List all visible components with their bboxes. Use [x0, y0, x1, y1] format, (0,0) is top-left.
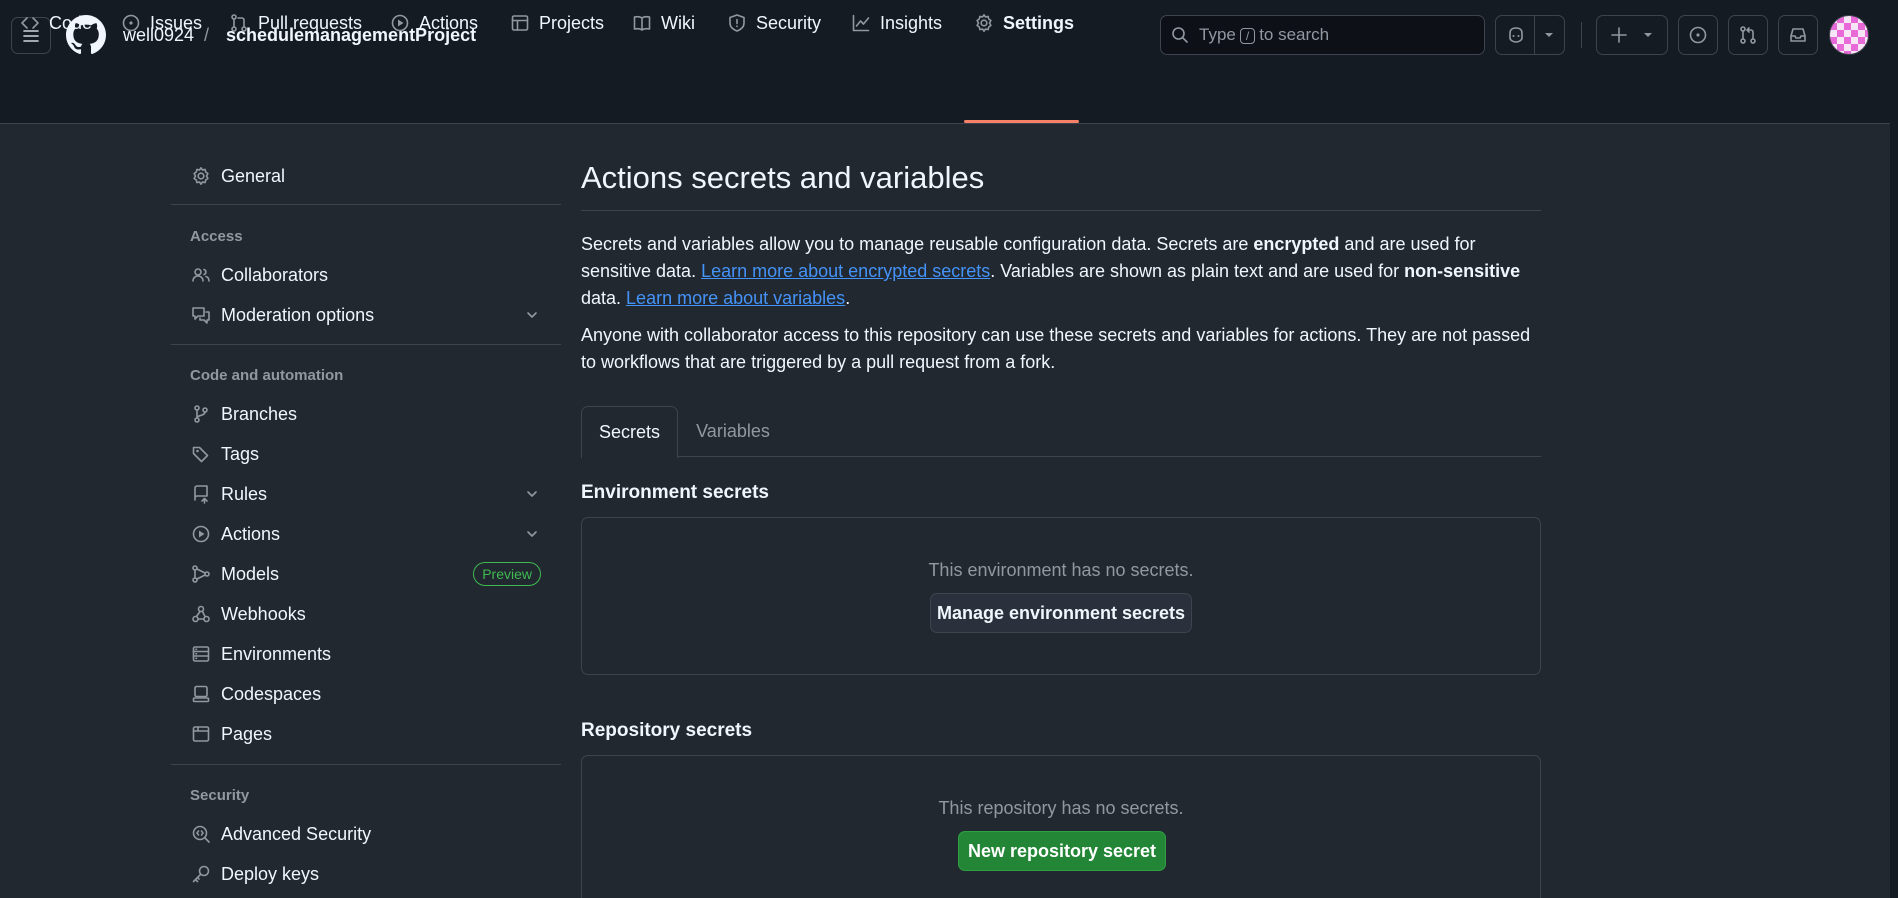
sidebar-item-pages[interactable]: Pages	[171, 716, 561, 752]
access-note: Anyone with collaborator access to this …	[581, 325, 1531, 372]
sidebar-item-codespaces[interactable]: Codespaces	[171, 676, 561, 712]
repository-secrets-box: This repository has no secrets. New repo…	[581, 755, 1541, 898]
sidebar-item-general[interactable]: General	[171, 158, 561, 194]
shield-icon	[729, 14, 745, 32]
tab-settings[interactable]: Settings	[974, 0, 1074, 46]
inbox-button[interactable]	[1778, 15, 1818, 55]
search-input[interactable]: Type / to search	[1160, 15, 1485, 55]
search-shortcut-key: /	[1239, 28, 1256, 44]
git-pull-request-icon	[231, 14, 247, 32]
sidebar-item-moderation-options[interactable]: Moderation options	[171, 297, 561, 333]
comment-discussion-icon	[192, 307, 210, 324]
codescan-icon	[192, 825, 210, 843]
gear-icon	[193, 167, 209, 185]
active-tab-underline	[964, 120, 1079, 123]
graph-icon	[852, 14, 870, 32]
sidebar-item-models[interactable]: Models Preview	[171, 556, 561, 592]
new-repository-secret-button[interactable]: New repository secret	[958, 831, 1166, 871]
manage-environment-secrets-button[interactable]: Manage environment secrets	[930, 593, 1192, 633]
sidebar-divider	[171, 344, 561, 345]
play-icon	[391, 14, 409, 32]
book-icon	[633, 15, 651, 31]
key-icon	[192, 865, 210, 883]
chevron-down-icon	[1644, 33, 1652, 37]
chevron-down-icon	[527, 531, 537, 537]
copilot-button[interactable]	[1495, 15, 1565, 55]
issue-opened-icon	[122, 14, 140, 32]
codespaces-icon	[192, 685, 210, 703]
sidebar-divider	[171, 764, 561, 765]
sidebar-divider	[171, 204, 561, 205]
environment-empty-message: This environment has no secrets.	[928, 560, 1194, 580]
environment-secrets-title: Environment secrets	[581, 482, 769, 503]
sidebar-item-deploy-keys[interactable]: Deploy keys	[171, 856, 561, 892]
intro-paragraph: Secrets and variables allow you to manag…	[581, 234, 1521, 308]
sidebar-heading-access: Access	[190, 228, 243, 245]
tab-secrets[interactable]: Secrets	[581, 406, 678, 458]
secrets-tabs: Secrets Variables	[581, 406, 1541, 458]
play-icon	[192, 525, 210, 543]
preview-badge: Preview	[473, 562, 541, 586]
plus-icon	[1611, 27, 1627, 43]
avatar[interactable]	[1829, 15, 1869, 55]
search-placeholder: Type / to search	[1199, 25, 1330, 44]
chevron-down-icon	[1544, 33, 1553, 37]
tab-code[interactable]: Code	[20, 0, 92, 46]
sidebar-item-advanced-security[interactable]: Advanced Security	[171, 816, 561, 852]
git-branch-icon	[194, 405, 208, 423]
tag-icon	[192, 446, 209, 463]
chevron-down-icon	[527, 312, 537, 318]
tab-issues[interactable]: Issues	[121, 0, 202, 46]
sidebar-item-webhooks[interactable]: Webhooks	[171, 596, 561, 632]
webhook-icon	[192, 605, 210, 623]
sidebar-item-actions[interactable]: Actions	[171, 516, 561, 552]
table-icon	[511, 15, 529, 31]
app-header: well0924 / schedulemanagementProject Typ…	[0, 0, 1890, 124]
tab-wiki[interactable]: Wiki	[632, 0, 695, 46]
copilot-icon	[1508, 27, 1523, 43]
learn-more-encrypted-secrets-link[interactable]: Learn more about encrypted secrets	[701, 261, 990, 281]
sidebar-heading-security: Security	[190, 787, 250, 804]
tab-actions[interactable]: Actions	[390, 0, 478, 46]
repository-secrets-title: Repository secrets	[581, 720, 753, 741]
code-icon	[21, 17, 39, 29]
tab-projects[interactable]: Projects	[510, 0, 604, 46]
header-divider	[1581, 22, 1582, 48]
tab-security[interactable]: Security	[727, 0, 821, 46]
people-icon	[192, 268, 210, 282]
sidebar-heading-code-automation: Code and automation	[190, 367, 344, 384]
search-icon	[1172, 27, 1188, 43]
server-icon	[192, 646, 210, 662]
issue-opened-icon	[1689, 26, 1707, 44]
learn-more-variables-link[interactable]: Learn more about variables	[626, 288, 845, 308]
git-pull-request-icon	[1740, 26, 1756, 44]
repository-empty-message: This repository has no secrets.	[938, 798, 1184, 818]
pull-requests-button[interactable]	[1728, 15, 1768, 55]
environment-secrets-box: This environment has no secrets. Manage …	[581, 517, 1541, 675]
sidebar-item-rules[interactable]: Rules	[171, 476, 561, 512]
sidebar-item-collaborators[interactable]: Collaborators	[171, 257, 561, 293]
tab-insights[interactable]: Insights	[851, 0, 942, 46]
browser-icon	[192, 726, 210, 742]
gear-icon	[976, 14, 992, 32]
tab-variables[interactable]: Variables	[678, 406, 788, 457]
chevron-down-icon	[527, 491, 537, 497]
create-new-button[interactable]	[1596, 15, 1668, 55]
sidebar-item-branches[interactable]: Branches	[171, 396, 561, 432]
sidebar-item-environments[interactable]: Environments	[171, 636, 561, 672]
issues-button[interactable]	[1678, 15, 1718, 55]
ai-model-icon	[192, 565, 210, 583]
repo-push-icon	[194, 485, 208, 504]
tab-pull-requests[interactable]: Pull requests	[229, 0, 362, 46]
page-scrollbar[interactable]	[1890, 0, 1898, 898]
breadcrumb-separator: /	[204, 25, 210, 45]
page-title: Actions secrets and variables	[581, 160, 985, 195]
sidebar-item-tags[interactable]: Tags	[171, 436, 561, 472]
inbox-icon	[1790, 28, 1806, 42]
title-divider	[581, 210, 1541, 211]
